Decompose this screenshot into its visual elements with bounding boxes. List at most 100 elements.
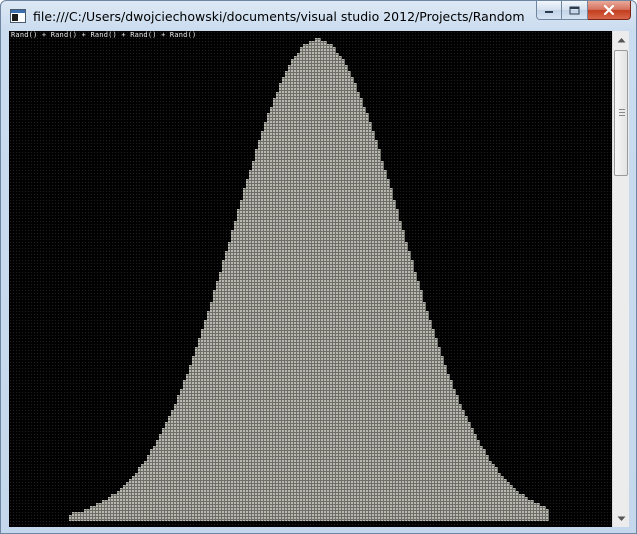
histogram-column	[147, 455, 150, 521]
histogram-column	[240, 200, 243, 521]
histogram-column	[534, 503, 537, 521]
histogram-column	[192, 356, 195, 521]
scrollbar-thumb[interactable]	[614, 50, 628, 176]
histogram-column	[366, 113, 369, 521]
histogram-column	[381, 161, 384, 521]
histogram-column	[132, 476, 135, 521]
histogram-column	[414, 272, 417, 521]
scroll-down-arrow-icon	[617, 516, 625, 521]
minimize-icon	[545, 11, 553, 13]
histogram-column	[510, 485, 513, 521]
histogram-column	[282, 77, 285, 521]
histogram-column	[198, 338, 201, 521]
histogram-column	[306, 44, 309, 521]
histogram-column	[321, 41, 324, 521]
histogram-column	[204, 320, 207, 521]
histogram-column	[228, 242, 231, 521]
histogram-column	[216, 281, 219, 521]
scroll-up-button[interactable]	[613, 31, 629, 48]
histogram-column	[462, 410, 465, 521]
histogram-column	[375, 140, 378, 521]
histogram-column	[315, 38, 318, 521]
histogram-column	[159, 434, 162, 521]
histogram-column	[495, 467, 498, 521]
histogram-column	[411, 260, 414, 521]
histogram-column	[345, 65, 348, 521]
histogram-column	[525, 497, 528, 521]
histogram-column	[540, 506, 543, 521]
scroll-down-button[interactable]	[613, 510, 629, 527]
histogram-column	[303, 44, 306, 521]
title-bar[interactable]: file:///C:/Users/dwojciechowski/document…	[1, 1, 636, 31]
histogram-column	[273, 98, 276, 521]
histogram-column	[348, 71, 351, 521]
histogram-column	[231, 230, 234, 521]
console-app-icon	[10, 9, 26, 23]
histogram-column	[195, 347, 198, 521]
console-output[interactable]: Rand() + Rand() + Rand() + Rand() + Rand…	[9, 31, 612, 527]
histogram-column	[483, 449, 486, 521]
vertical-scrollbar[interactable]	[612, 31, 629, 527]
histogram-column	[243, 188, 246, 521]
histogram-column	[279, 83, 282, 521]
histogram-column	[522, 494, 525, 521]
histogram-column	[441, 356, 444, 521]
histogram-column	[87, 509, 90, 521]
histogram-column	[258, 140, 261, 521]
histogram-column	[123, 485, 126, 521]
histogram-column	[324, 41, 327, 521]
histogram-column	[408, 251, 411, 521]
histogram-column	[417, 281, 420, 521]
histogram-column	[114, 494, 117, 521]
histogram-column	[105, 500, 108, 521]
histogram-column	[150, 449, 153, 521]
histogram-column	[393, 200, 396, 521]
close-button[interactable]	[588, 1, 631, 20]
histogram-column	[237, 209, 240, 521]
histogram-column	[537, 503, 540, 521]
histogram-column	[372, 131, 375, 521]
histogram-column	[351, 77, 354, 521]
histogram-column	[333, 47, 336, 521]
histogram-column	[312, 41, 315, 521]
histogram-column	[360, 98, 363, 521]
histogram-column	[75, 512, 78, 521]
histogram-column	[384, 170, 387, 521]
histogram-column	[339, 56, 342, 521]
histogram-column	[489, 461, 492, 521]
histogram-column	[120, 488, 123, 521]
histogram-column	[144, 461, 147, 521]
histogram-column	[99, 503, 102, 521]
histogram-column	[471, 428, 474, 521]
histogram-column	[387, 179, 390, 521]
histogram-column	[189, 365, 192, 521]
histogram-column	[180, 389, 183, 521]
window-title: file:///C:/Users/dwojciechowski/document…	[33, 9, 525, 24]
histogram-column	[285, 71, 288, 521]
histogram-column	[153, 446, 156, 521]
histogram-column	[450, 380, 453, 521]
caption-buttons	[536, 1, 631, 21]
histogram-column	[297, 53, 300, 521]
histogram-column	[459, 404, 462, 521]
histogram-column	[267, 113, 270, 521]
histogram-column	[444, 365, 447, 521]
histogram-column	[477, 440, 480, 521]
histogram-column	[426, 311, 429, 521]
console-window: file:///C:/Users/dwojciechowski/document…	[0, 0, 637, 534]
histogram-column	[435, 338, 438, 521]
histogram-column	[126, 482, 129, 521]
histogram-column	[222, 260, 225, 521]
maximize-button[interactable]	[562, 1, 588, 20]
histogram-column	[438, 347, 441, 521]
histogram-column	[288, 65, 291, 521]
minimize-button[interactable]	[536, 1, 562, 20]
histogram-column	[528, 500, 531, 521]
histogram-column	[492, 464, 495, 521]
histogram-column	[219, 272, 222, 521]
histogram-column	[300, 47, 303, 521]
histogram-column	[255, 149, 258, 521]
histogram-column	[474, 434, 477, 521]
histogram-column	[213, 290, 216, 521]
histogram-column	[330, 44, 333, 521]
